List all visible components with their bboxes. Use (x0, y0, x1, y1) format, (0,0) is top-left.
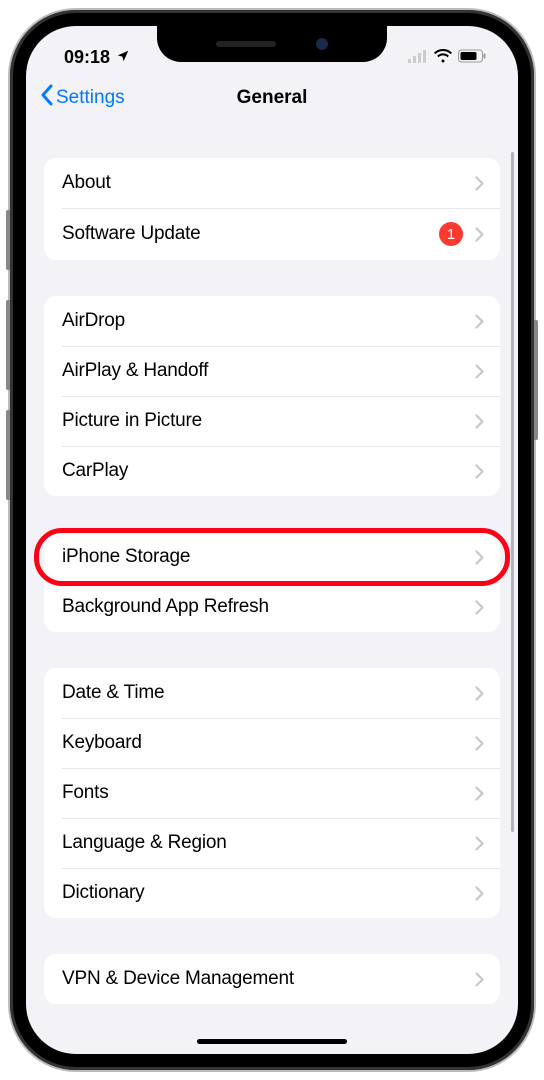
scroll-indicator (511, 152, 514, 832)
cellular-signal-icon (408, 47, 428, 68)
chevron-right-icon (475, 836, 484, 851)
settings-group: About Software Update1 (44, 158, 500, 260)
row-label: Fonts (62, 782, 475, 804)
row-dictionary[interactable]: Dictionary (44, 868, 500, 918)
row-label: Language & Region (62, 832, 475, 854)
row-iphone-storage[interactable]: iPhone Storage (44, 532, 500, 582)
back-label: Settings (56, 87, 125, 109)
row-label: Dictionary (62, 882, 475, 904)
chevron-right-icon (475, 600, 484, 615)
chevron-right-icon (475, 314, 484, 329)
row-about[interactable]: About (44, 158, 500, 208)
content-scroll[interactable]: About Software Update1 AirDrop AirPlay & Ha… (26, 122, 518, 1024)
row-keyboard[interactable]: Keyboard (44, 718, 500, 768)
notch (157, 26, 387, 62)
row-label: Date & Time (62, 682, 475, 704)
chevron-right-icon (475, 786, 484, 801)
row-language-region[interactable]: Language & Region (44, 818, 500, 868)
settings-group: Date & Time Keyboard Fonts Language & Regio… (44, 668, 500, 918)
chevron-right-icon (475, 886, 484, 901)
row-label: Picture in Picture (62, 410, 475, 432)
row-label: iPhone Storage (62, 546, 475, 568)
row-fonts[interactable]: Fonts (44, 768, 500, 818)
row-vpn-device-management[interactable]: VPN & Device Management (44, 954, 500, 1004)
chevron-right-icon (475, 736, 484, 751)
settings-group: iPhone Storage Background App Refresh (44, 532, 500, 632)
battery-icon (458, 47, 486, 68)
screen: 09:18 (26, 26, 518, 1054)
row-date-time[interactable]: Date & Time (44, 668, 500, 718)
home-indicator[interactable] (197, 1039, 347, 1044)
row-label: AirPlay & Handoff (62, 360, 475, 382)
row-airdrop[interactable]: AirDrop (44, 296, 500, 346)
location-icon (116, 47, 130, 68)
chevron-right-icon (475, 686, 484, 701)
chevron-right-icon (475, 550, 484, 565)
row-software-update[interactable]: Software Update1 (44, 208, 500, 260)
status-time: 09:18 (64, 47, 110, 68)
settings-group: AirDrop AirPlay & Handoff Picture in Pictu… (44, 296, 500, 496)
row-picture-in-picture[interactable]: Picture in Picture (44, 396, 500, 446)
row-label: Software Update (62, 223, 439, 245)
row-label: About (62, 172, 475, 194)
row-label: AirDrop (62, 310, 475, 332)
settings-group: VPN & Device Management (44, 954, 500, 1004)
row-label: Background App Refresh (62, 596, 475, 618)
nav-bar: Settings General (26, 74, 518, 122)
chevron-right-icon (475, 176, 484, 191)
chevron-right-icon (475, 364, 484, 379)
chevron-right-icon (475, 972, 484, 987)
row-label: VPN & Device Management (62, 968, 475, 990)
page-title: General (237, 87, 308, 109)
row-label: Keyboard (62, 732, 475, 754)
row-airplay-handoff[interactable]: AirPlay & Handoff (44, 346, 500, 396)
row-carplay[interactable]: CarPlay (44, 446, 500, 496)
back-button[interactable]: Settings (40, 84, 125, 112)
notification-badge: 1 (439, 222, 463, 246)
wifi-icon (434, 47, 452, 68)
chevron-left-icon (40, 84, 54, 112)
chevron-right-icon (475, 464, 484, 479)
chevron-right-icon (475, 414, 484, 429)
chevron-right-icon (475, 227, 484, 242)
device-frame: 09:18 (10, 10, 534, 1070)
row-label: CarPlay (62, 460, 475, 482)
row-background-app-refresh[interactable]: Background App Refresh (44, 582, 500, 632)
